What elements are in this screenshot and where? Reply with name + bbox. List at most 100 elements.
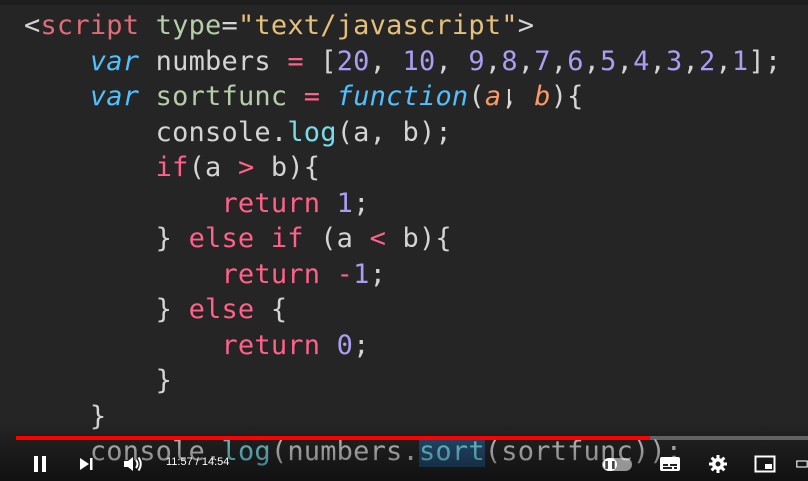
subtitles-button[interactable]: [658, 452, 682, 476]
code-token: 20: [336, 45, 370, 77]
code-line: }: [24, 363, 172, 399]
code-token: script: [40, 10, 140, 41]
gear-icon: [709, 455, 727, 473]
pause-button[interactable]: [28, 452, 52, 476]
code-token: else: [188, 294, 255, 325]
code-token: 8: [501, 45, 518, 77]
code-token: -: [336, 258, 354, 290]
code-line: console.log(a, b);: [24, 115, 452, 151]
code-token: type: [155, 10, 222, 41]
code-editor-view: <script type="text/javascript"> var numb…: [0, 0, 808, 481]
code-token: b){: [254, 152, 321, 183]
miniplayer-button[interactable]: [752, 452, 778, 476]
code-token: ,: [484, 45, 502, 77]
code-token: (: [468, 81, 485, 112]
text-cursor-icon: I: [506, 85, 512, 109]
code-token: ){: [550, 81, 584, 112]
code-token: 4: [633, 45, 650, 77]
code-token: console: [24, 116, 271, 148]
code-token: <: [369, 223, 387, 254]
code-token: 1: [353, 258, 370, 290]
player-controls: 11:57 / 14:54 ❚❚: [0, 440, 808, 481]
code-token: 7: [534, 45, 551, 77]
code-token: (a, b);: [336, 116, 452, 148]
code-token: (a: [188, 152, 238, 183]
code-token: else if: [188, 223, 304, 254]
code-token: ;: [353, 329, 370, 361]
code-token: ,: [435, 45, 469, 77]
code-token: 5: [600, 45, 617, 77]
code-token: (a: [303, 223, 370, 254]
code-token: ,: [583, 45, 601, 77]
code-token: return: [221, 258, 321, 290]
code-token: >: [237, 152, 255, 183]
code-token: 1: [731, 45, 749, 77]
code-token: if: [155, 152, 189, 183]
theater-button[interactable]: [796, 452, 808, 476]
code-line: return 0;: [24, 328, 370, 364]
video-frame[interactable]: <script type="text/javascript"> var numb…: [0, 0, 808, 481]
code-token: {: [254, 294, 288, 325]
code-token: =: [287, 45, 304, 77]
code-token: }: [24, 294, 189, 325]
autoplay-pause-icon: ❚❚: [603, 458, 617, 471]
code-token: return: [221, 187, 321, 219]
code-token: }: [24, 365, 173, 396]
code-token: 2: [698, 45, 716, 77]
code-token: ,: [715, 45, 732, 77]
code-token: >: [517, 10, 535, 41]
code-token: ;: [369, 258, 387, 290]
code-token: function: [336, 81, 469, 112]
code-token: <: [24, 10, 41, 41]
code-token: ,: [682, 45, 699, 77]
code-line: return 1;: [24, 186, 370, 222]
pause-icon: [34, 456, 46, 472]
code-token: 6: [567, 45, 584, 77]
code-token: numbers: [139, 45, 288, 77]
code-token: ];: [748, 45, 782, 77]
subtitles-icon: [660, 457, 680, 471]
code-line: var numbers = [20, 10, 9,8,7,6,5,4,3,2,1…: [24, 44, 781, 80]
code-token: =: [303, 81, 321, 112]
code-token: ,: [616, 45, 634, 77]
code-token: sortfunc: [155, 81, 288, 112]
theater-icon: [796, 460, 808, 468]
settings-button[interactable]: [706, 452, 730, 476]
miniplayer-icon: [754, 455, 776, 473]
code-token: b: [534, 81, 551, 112]
code-token: 1: [336, 187, 354, 219]
code-token: 10: [402, 45, 436, 77]
autoplay-toggle[interactable]: ❚❚: [602, 458, 632, 471]
volume-button[interactable]: [120, 452, 148, 476]
code-token: [: [303, 45, 337, 77]
code-token: .: [270, 116, 288, 148]
code-line: return -1;: [24, 257, 386, 293]
code-token: }: [24, 223, 189, 254]
code-token: 3: [666, 45, 683, 77]
next-icon: [80, 458, 93, 470]
code-line: if(a > b){: [24, 150, 320, 186]
code-token: log: [287, 116, 337, 148]
code-line: var sortfunc = function(a, b){: [24, 79, 584, 115]
code-token: 0: [336, 329, 354, 361]
volume-icon: [124, 456, 142, 472]
code-token: =: [221, 10, 238, 41]
next-button[interactable]: [74, 452, 98, 476]
code-token: return: [221, 329, 321, 361]
code-token: ,: [550, 45, 568, 77]
code-line: <script type="text/javascript">: [24, 8, 534, 44]
code-token: ,: [649, 45, 667, 77]
time-display: 11:57 / 14:54: [166, 456, 230, 468]
